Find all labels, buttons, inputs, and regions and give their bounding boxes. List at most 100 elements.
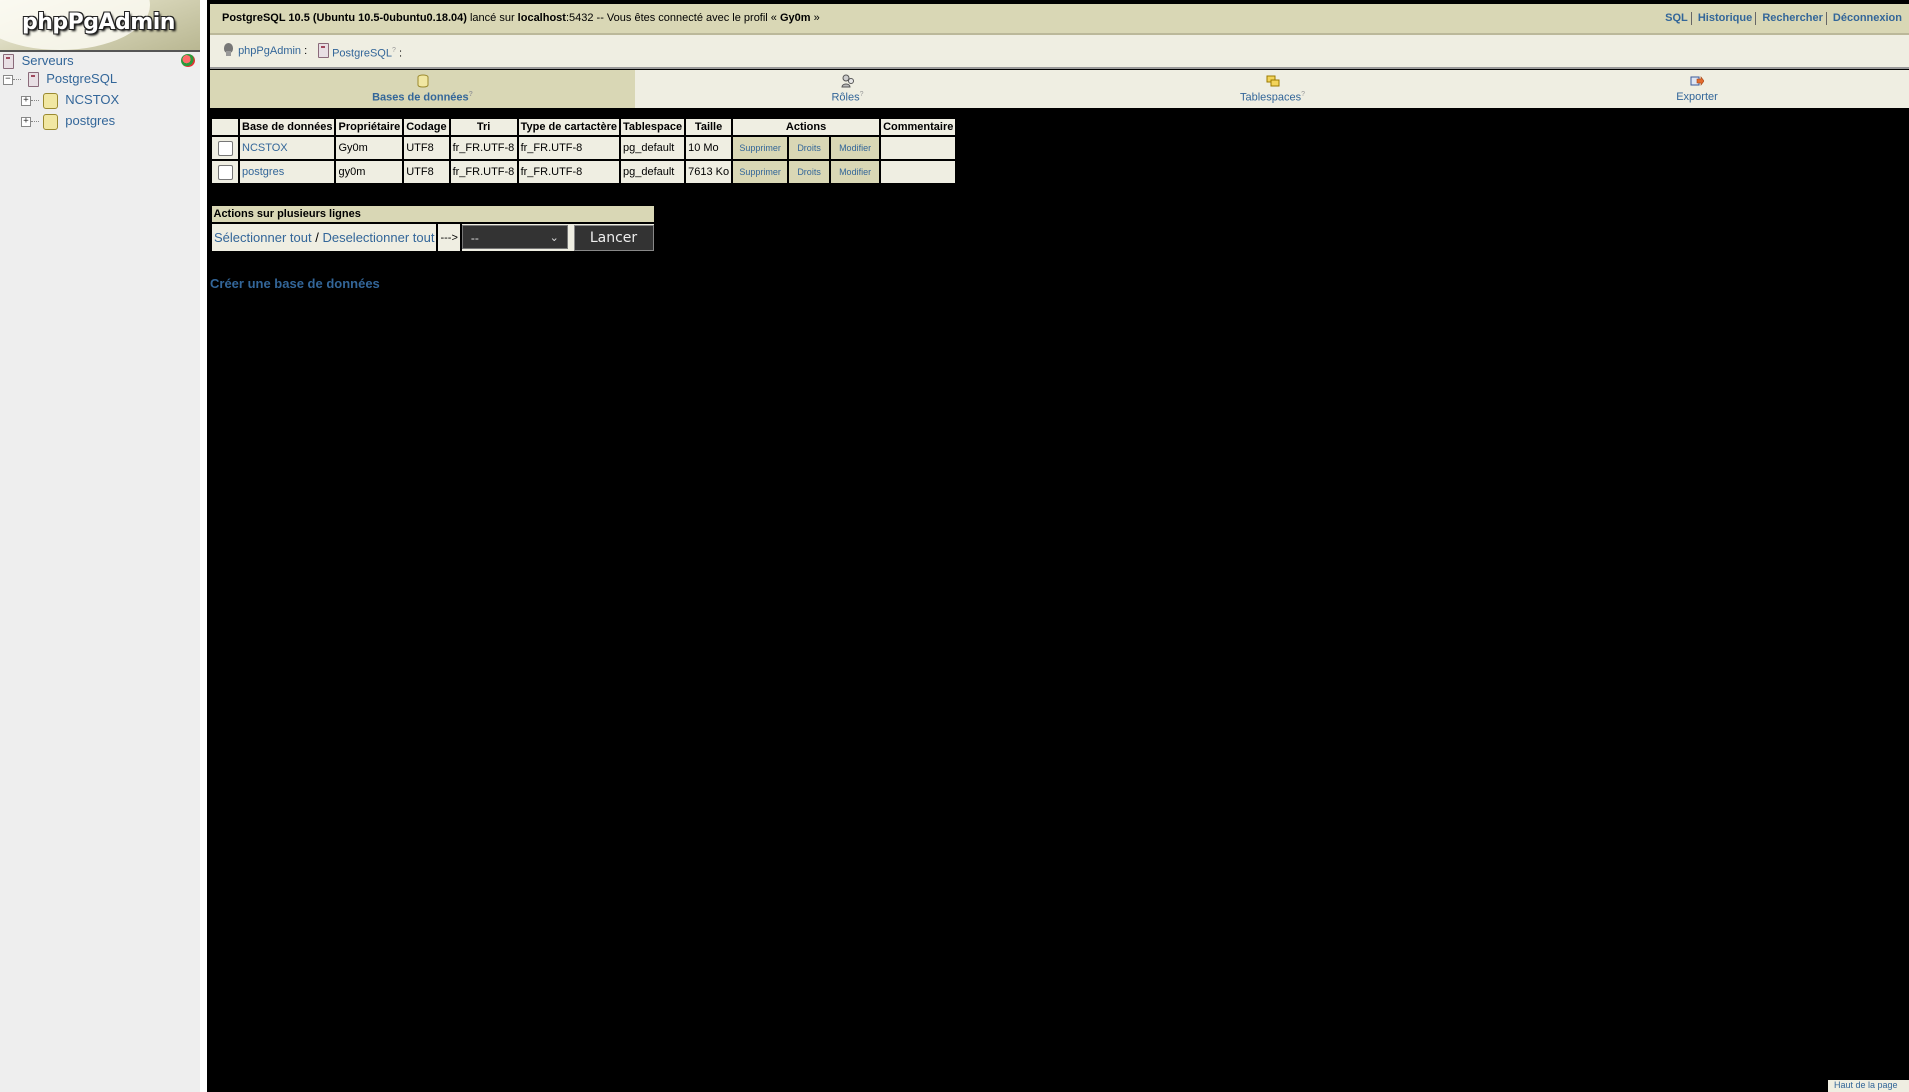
search-link[interactable]: Rechercher xyxy=(1759,12,1826,24)
tab-export-label[interactable]: Exporter xyxy=(1676,91,1718,103)
tree-node-servers[interactable]: Serveurs xyxy=(3,52,74,70)
history-link[interactable]: Historique xyxy=(1695,12,1755,24)
tree-node-postgres[interactable]: + postgres xyxy=(21,112,115,130)
row-select-cell[interactable] xyxy=(210,159,240,185)
tab-bar: Bases de données? Rôles? Tablespaces? Ex… xyxy=(210,70,1909,108)
encoding-cell: UTF8 xyxy=(402,159,451,185)
logout-link[interactable]: Déconnexion xyxy=(1830,12,1905,24)
tree-label-db[interactable]: postgres xyxy=(65,113,115,128)
privileges-action-link[interactable]: Droits xyxy=(797,167,821,177)
tablespaces-icon xyxy=(1266,75,1279,87)
encoding-cell: UTF8 xyxy=(402,135,451,161)
checkbox-header xyxy=(210,117,240,137)
size-cell: 10 Mo xyxy=(684,135,734,161)
action-select[interactable]: -- ⌄ xyxy=(461,224,568,249)
launch-button[interactable]: Lancer xyxy=(573,224,654,251)
select-separator: / xyxy=(315,230,319,245)
expand-icon[interactable]: + xyxy=(21,95,31,106)
tab-roles-label[interactable]: Rôles xyxy=(831,92,859,104)
drop-action-link[interactable]: Supprimer xyxy=(739,143,781,153)
breadcrumb-app[interactable]: phpPgAdmin : xyxy=(222,35,307,67)
drop-action-link[interactable]: Supprimer xyxy=(739,167,781,177)
breadcrumb-server-link[interactable]: PostgreSQL xyxy=(332,48,392,60)
server-icon xyxy=(318,42,329,58)
tab-databases[interactable]: Bases de données? xyxy=(210,70,636,108)
breadcrumb-separator: : xyxy=(304,45,308,57)
launched-on-text: lancé sur xyxy=(469,12,515,24)
tree-label-db[interactable]: NCSTOX xyxy=(65,92,119,107)
tab-databases-label[interactable]: Bases de données xyxy=(372,92,469,104)
roles-icon xyxy=(840,74,854,88)
connection-info: PostgreSQL 10.5 (Ubuntu 10.5-0ubuntu0.18… xyxy=(222,4,820,33)
col-header-name[interactable]: Base de données xyxy=(237,117,337,137)
table-row: NCSTOX Gy0m UTF8 fr_FR.UTF-8 fr_FR.UTF-8… xyxy=(210,135,958,161)
sql-link[interactable]: SQL xyxy=(1662,12,1691,24)
row-checkbox[interactable] xyxy=(217,164,233,180)
arrow-text: ---> xyxy=(436,222,462,253)
tab-tablespaces[interactable]: Tablespaces? xyxy=(1060,70,1486,108)
tablespace-cell: pg_default xyxy=(618,135,687,161)
browser-tree-frame: phpPgAdmin Serveurs − PostgreSQL + NCSTO… xyxy=(0,0,201,1092)
col-header-owner[interactable]: Propriétaire xyxy=(334,117,405,137)
col-header-comment: Commentaire xyxy=(879,117,958,137)
alter-action-link[interactable]: Modifier xyxy=(839,143,871,153)
help-icon[interactable]: ? xyxy=(392,47,396,54)
refresh-tree-icon[interactable] xyxy=(181,54,195,67)
db-name-link[interactable]: NCSTOX xyxy=(242,142,288,154)
alter-action-link[interactable]: Modifier xyxy=(839,167,871,177)
tree-node-ncstox[interactable]: + NCSTOX xyxy=(21,91,119,109)
collation-cell: fr_FR.UTF-8 xyxy=(448,159,519,185)
col-header-encoding[interactable]: Codage xyxy=(402,117,451,137)
export-icon xyxy=(1690,76,1704,86)
table-header-row: Base de données Propriétaire Codage Tri … xyxy=(210,117,958,137)
tree-node-postgresql[interactable]: − PostgreSQL xyxy=(3,70,117,88)
phppgadmin-logo[interactable]: phpPgAdmin xyxy=(0,0,200,52)
help-icon[interactable]: ? xyxy=(860,91,864,98)
databases-table: Base de données Propriétaire Codage Tri … xyxy=(210,117,958,185)
owner-cell: gy0m xyxy=(334,159,405,185)
server-version: PostgreSQL 10.5 (Ubuntu 10.5-0ubuntu0.18… xyxy=(222,12,467,24)
tab-roles[interactable]: Rôles? xyxy=(635,70,1061,108)
user-close-quote: » xyxy=(813,12,820,24)
help-icon[interactable]: ? xyxy=(469,91,473,98)
col-header-tablespace[interactable]: Tablespace xyxy=(618,117,687,137)
select-links-cell: Sélectionner tout / Deselectionner tout xyxy=(209,222,439,253)
col-header-collation[interactable]: Tri xyxy=(448,117,519,137)
table-row: postgres gy0m UTF8 fr_FR.UTF-8 fr_FR.UTF… xyxy=(210,159,958,185)
servers-icon xyxy=(3,54,14,70)
database-icon xyxy=(42,92,58,109)
breadcrumb-separator: : xyxy=(398,47,403,60)
help-icon[interactable]: ? xyxy=(1301,91,1305,98)
col-header-size[interactable]: Taille xyxy=(684,117,734,137)
col-header-ctype[interactable]: Type de cartactère xyxy=(516,117,621,137)
tab-export[interactable]: Exporter xyxy=(1485,70,1909,108)
select-all-link[interactable]: Sélectionner tout xyxy=(214,230,312,245)
tree-label-servers[interactable]: Serveurs xyxy=(22,53,74,68)
breadcrumb-server[interactable]: PostgreSQL? : xyxy=(318,35,402,70)
comment-cell xyxy=(879,135,958,161)
expand-icon[interactable]: + xyxy=(21,116,31,127)
db-name-link[interactable]: postgres xyxy=(242,166,284,178)
create-database-link[interactable]: Créer une base de données xyxy=(210,276,380,291)
row-checkbox[interactable] xyxy=(217,140,233,156)
port-text: :5432 -- Vous êtes connecté avec le prof… xyxy=(565,12,777,24)
top-bar: PostgreSQL 10.5 (Ubuntu 10.5-0ubuntu0.18… xyxy=(210,4,1909,35)
main-frame: PostgreSQL 10.5 (Ubuntu 10.5-0ubuntu0.18… xyxy=(207,0,1909,1092)
breadcrumb: phpPgAdmin : PostgreSQL? : xyxy=(210,35,1909,69)
privileges-action-link[interactable]: Droits xyxy=(797,143,821,153)
multi-actions-table: Actions sur plusieurs lignes Sélectionne… xyxy=(209,205,656,253)
action-select-value: -- xyxy=(470,230,479,245)
tree-label-postgresql[interactable]: PostgreSQL xyxy=(46,71,117,86)
tab-tablespaces-label[interactable]: Tablespaces xyxy=(1240,92,1301,104)
frame-divider[interactable] xyxy=(200,0,207,1092)
owner-cell: Gy0m xyxy=(334,135,405,161)
collapse-icon[interactable]: − xyxy=(3,74,13,85)
chevron-down-icon: ⌄ xyxy=(549,231,559,244)
comment-cell xyxy=(879,159,958,185)
row-select-cell[interactable] xyxy=(210,135,240,161)
elephant-icon xyxy=(222,43,235,56)
unselect-all-link[interactable]: Deselectionner tout xyxy=(322,230,434,245)
back-to-top-link[interactable]: Haut de la page xyxy=(1828,1080,1909,1092)
breadcrumb-app-link[interactable]: phpPgAdmin xyxy=(238,45,301,57)
collation-cell: fr_FR.UTF-8 xyxy=(448,135,519,161)
